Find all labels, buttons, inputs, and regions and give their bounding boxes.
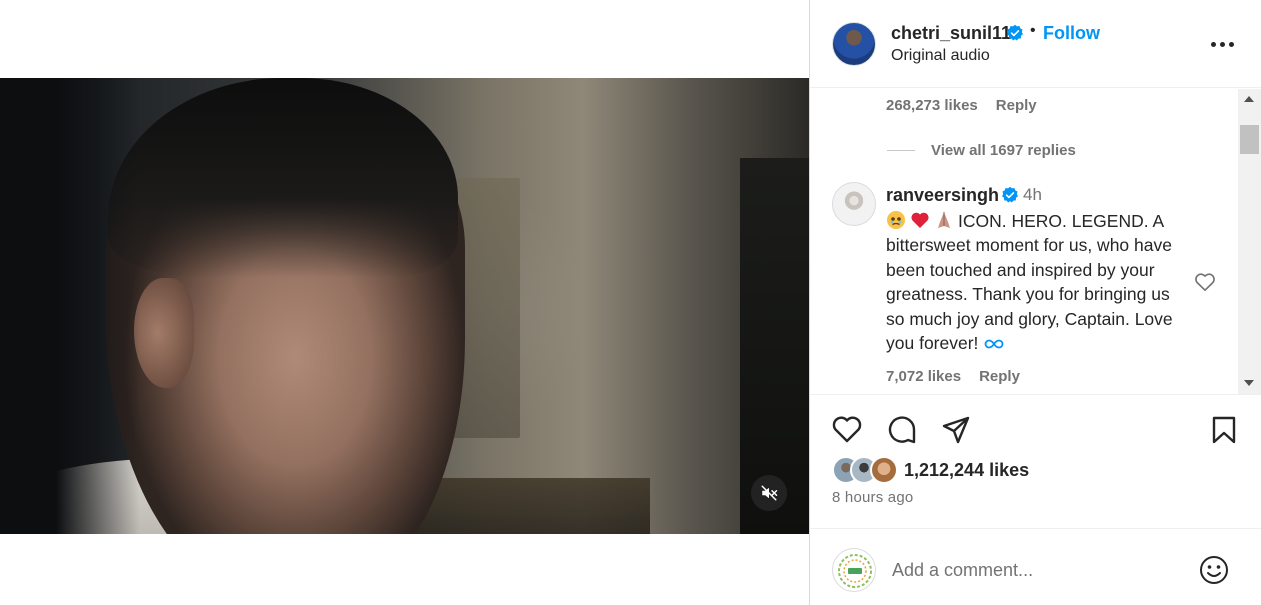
more-icon-dot xyxy=(1229,41,1234,47)
verified-icon xyxy=(1002,186,1018,203)
my-avatar-logo xyxy=(838,554,872,588)
scroll-thumb[interactable] xyxy=(1240,125,1259,154)
comment-username[interactable]: ranveersingh xyxy=(886,185,999,206)
loop-icon xyxy=(985,339,1004,349)
comment-like-heart-icon[interactable] xyxy=(1194,272,1216,292)
bookmark-icon[interactable] xyxy=(1211,416,1237,444)
view-replies-button[interactable]: View all 1697 replies xyxy=(887,142,1076,159)
more-options-button[interactable] xyxy=(1211,36,1237,52)
comment-input[interactable] xyxy=(892,557,1182,583)
follow-button[interactable]: Follow xyxy=(1043,23,1100,44)
previous-comment-likes[interactable]: 268,273 likes xyxy=(886,97,978,114)
likes-count[interactable]: 1,212,244 likes xyxy=(904,460,1029,481)
video-shadow xyxy=(0,78,140,534)
comment-body: ICON. HERO. LEGEND. A bittersweet moment… xyxy=(886,209,1186,355)
more-icon xyxy=(1211,41,1216,47)
emoji-icon[interactable] xyxy=(1198,554,1230,586)
scroll-down-arrow[interactable] xyxy=(1244,380,1254,386)
folded-hands-icon xyxy=(938,212,950,228)
heart-icon[interactable] xyxy=(831,414,863,444)
video-subject-ear xyxy=(134,278,194,388)
comment-text: ICON. HERO. LEGEND. A bittersweet moment… xyxy=(886,211,1173,354)
replies-line xyxy=(887,150,915,151)
verified-icon xyxy=(1007,24,1023,41)
comment-icon[interactable] xyxy=(886,414,918,446)
view-replies-label: View all 1697 replies xyxy=(931,142,1076,159)
share-icon[interactable] xyxy=(941,415,971,445)
comment-reply-button[interactable]: Reply xyxy=(979,368,1020,385)
red-heart-icon xyxy=(911,212,929,228)
likers-avatars[interactable] xyxy=(832,456,902,484)
post-header: chetri_sunil11 • Follow Original audio xyxy=(810,0,1261,88)
media-pane xyxy=(0,0,809,605)
comment-likes[interactable]: 7,072 likes xyxy=(886,368,961,385)
video-subject-hair xyxy=(108,78,458,278)
mute-button[interactable] xyxy=(751,475,787,511)
comments-scrollbar[interactable] xyxy=(1238,89,1261,394)
comment-avatar[interactable] xyxy=(832,182,876,226)
author-username[interactable]: chetri_sunil11 xyxy=(891,23,1011,44)
mute-icon xyxy=(761,485,778,501)
composer-divider xyxy=(810,528,1261,529)
my-avatar[interactable] xyxy=(832,548,876,592)
header-separator: • xyxy=(1030,22,1036,39)
more-icon-dot xyxy=(1220,41,1225,47)
comment-meta: 7,072 likes Reply xyxy=(886,368,1020,385)
liker-avatar[interactable] xyxy=(870,456,898,484)
post-side-panel: chetri_sunil11 • Follow Original audio 2… xyxy=(810,0,1261,605)
actions-divider xyxy=(810,394,1261,395)
previous-comment-reply-button[interactable]: Reply xyxy=(996,97,1037,114)
author-avatar[interactable] xyxy=(832,22,876,66)
previous-comment-meta: 268,273 likes Reply xyxy=(886,97,1037,114)
reel-video[interactable] xyxy=(0,78,809,534)
audio-label[interactable]: Original audio xyxy=(891,47,990,65)
post-time[interactable]: 8 hours ago xyxy=(832,489,913,506)
face-holding-back-tears-icon xyxy=(887,211,905,229)
scroll-up-arrow[interactable] xyxy=(1244,96,1254,102)
comments-list[interactable]: 268,273 likes Reply View all 1697 replies… xyxy=(810,89,1238,394)
comment-time[interactable]: 4h xyxy=(1023,185,1042,205)
